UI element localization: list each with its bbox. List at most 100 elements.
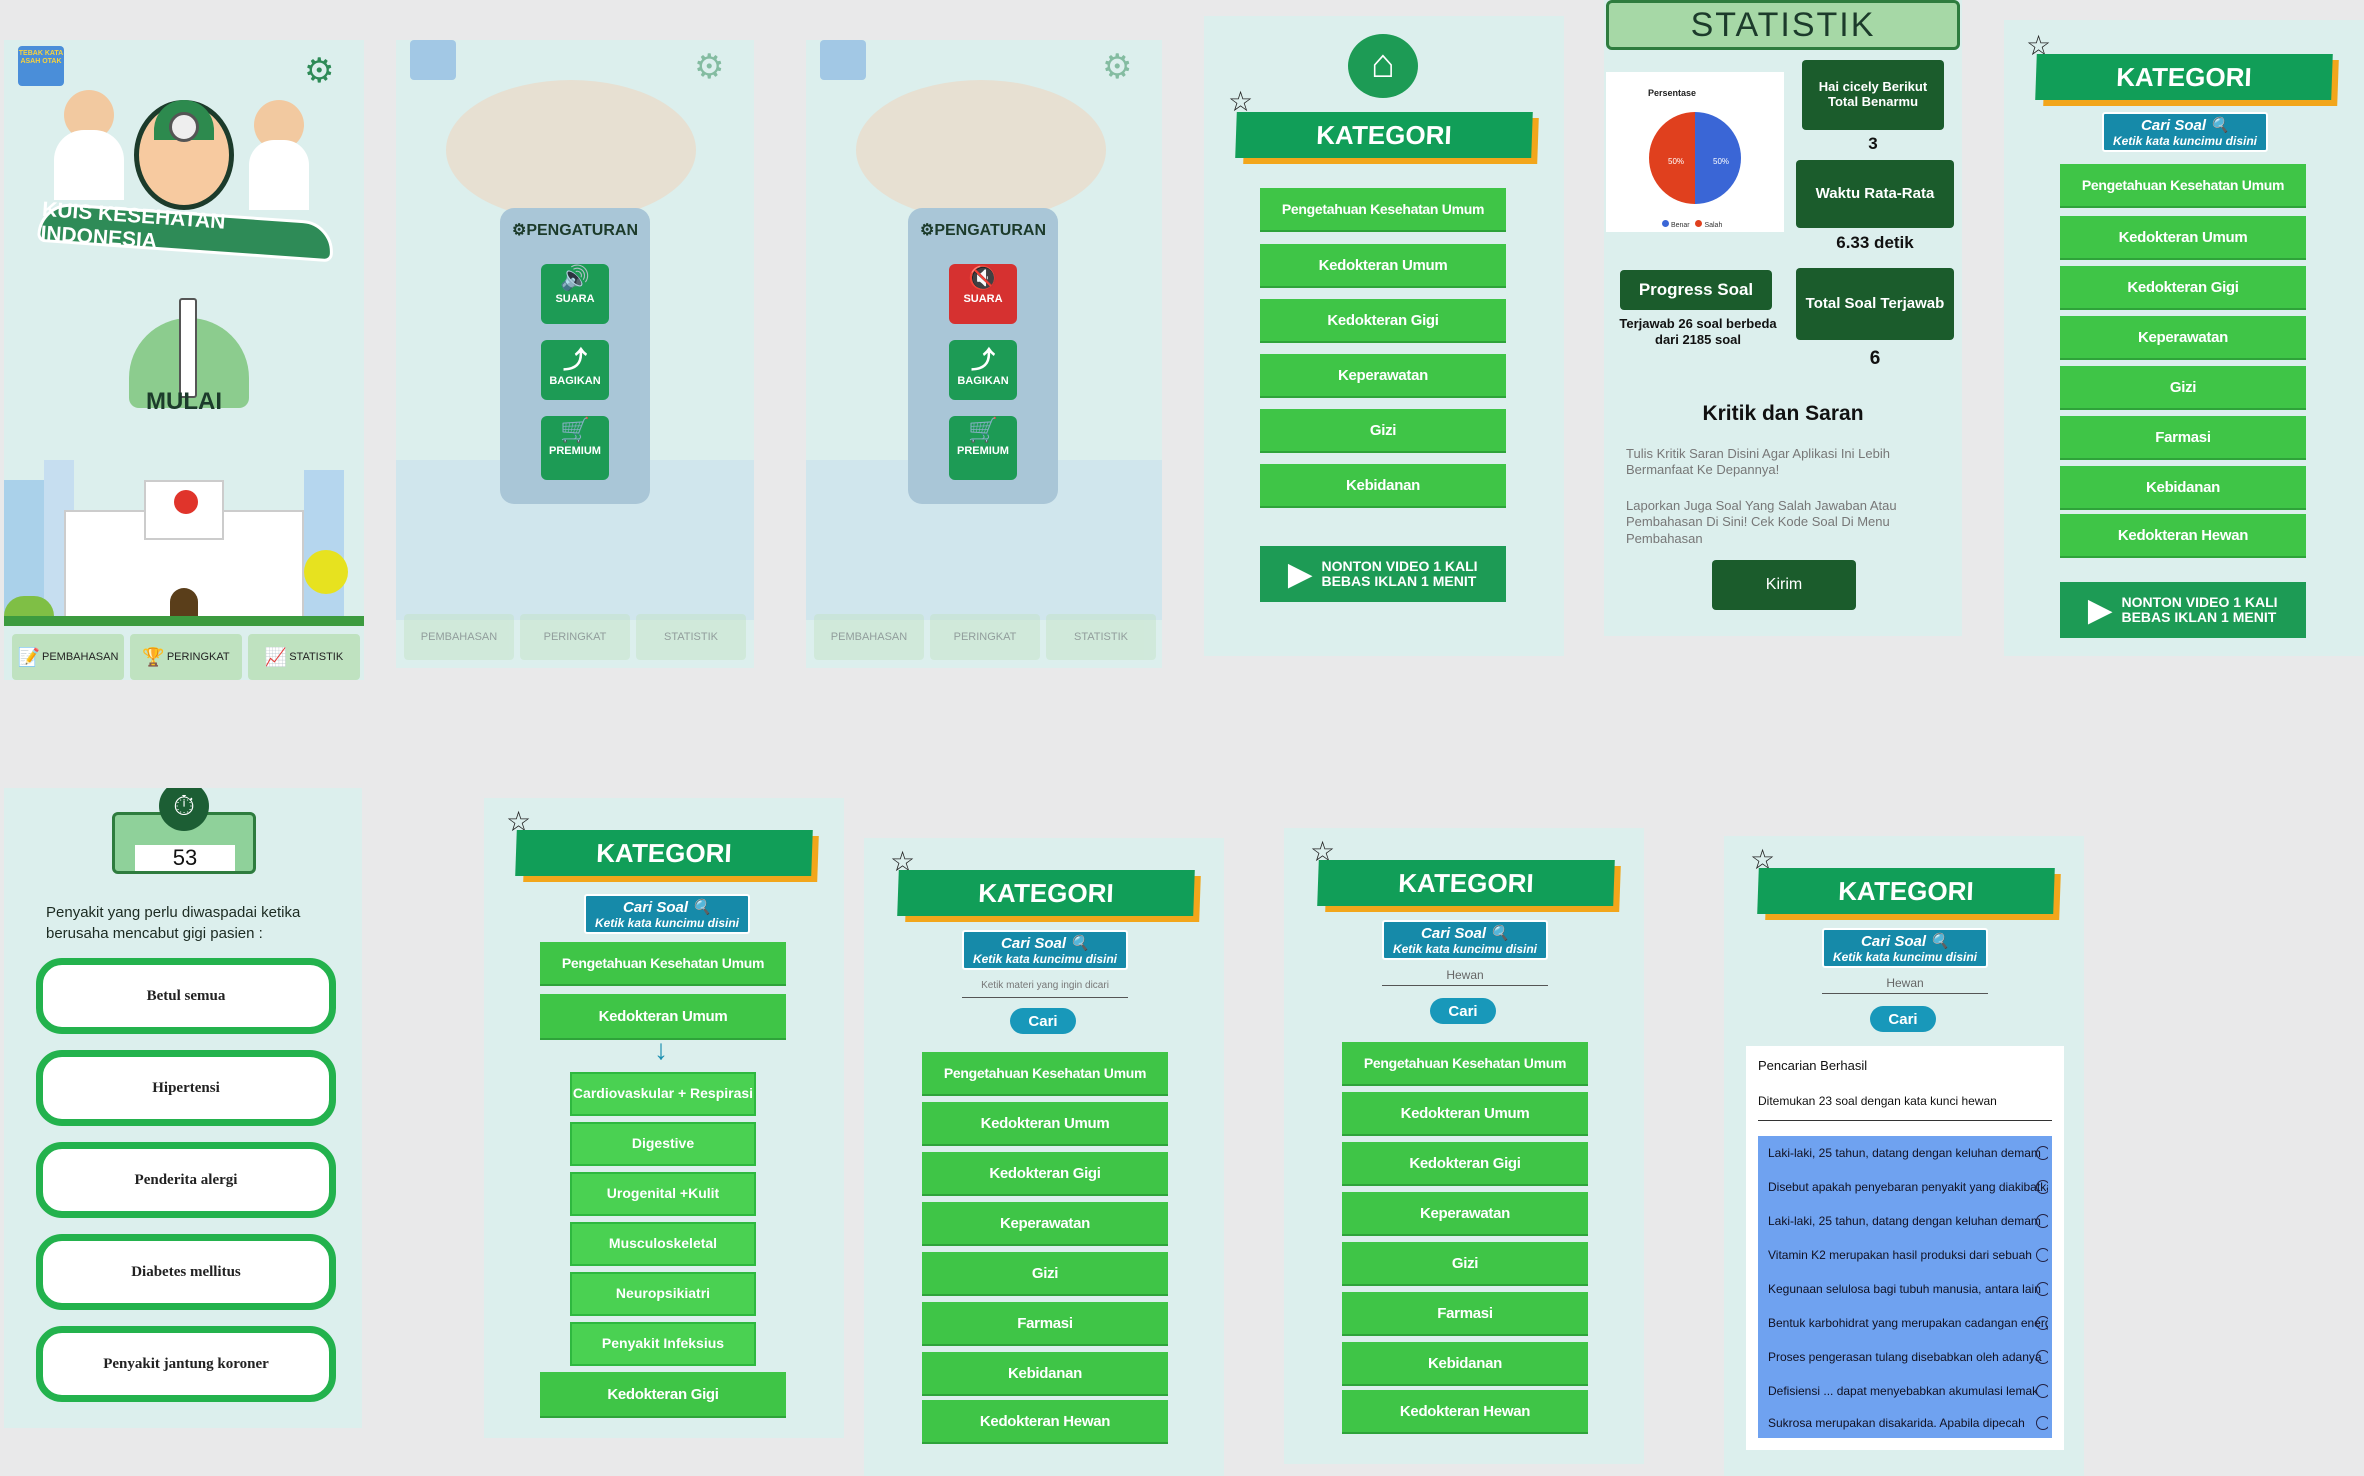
result-item[interactable]: Laki-laki, 25 tahun, datang dengan keluh… bbox=[1768, 1214, 2048, 1228]
premium-button[interactable]: 🛒 PREMIUM bbox=[541, 416, 609, 480]
watch-video-button[interactable]: ▶ NONTON VIDEO 1 KALI BEBAS IKLAN 1 MENIT bbox=[2060, 582, 2306, 638]
result-item[interactable]: Bentuk karbohidrat yang merupakan cadang… bbox=[1768, 1316, 2048, 1330]
category-item[interactable]: Pengetahuan Kesehatan Umum bbox=[922, 1052, 1168, 1096]
feedback-input-suggest[interactable]: Tulis Kritik Saran Disini Agar Aplikasi … bbox=[1626, 446, 1926, 479]
radio-icon[interactable] bbox=[2036, 1316, 2048, 1330]
subcategory-item[interactable]: Neuropsikiatri bbox=[570, 1272, 756, 1316]
category-item[interactable]: Pengetahuan Kesehatan Umum bbox=[540, 942, 786, 986]
nav-peringkat: PERINGKAT bbox=[930, 614, 1040, 660]
progress-text: Terjawab 26 soal berbeda dari 2185 soal bbox=[1619, 316, 1777, 347]
category-item[interactable]: Keperawatan bbox=[2060, 316, 2306, 360]
result-item[interactable]: Sukrosa merupakan disakarida. Apabila di… bbox=[1768, 1416, 2048, 1430]
category-item[interactable]: Kedokteran Umum bbox=[2060, 216, 2306, 260]
subcategory-item[interactable]: Cardiovaskular + Respirasi bbox=[570, 1072, 756, 1116]
app-logo bbox=[410, 40, 456, 80]
category-banner: KATEGORI bbox=[1235, 112, 1539, 164]
category-item[interactable]: Gizi bbox=[922, 1252, 1168, 1296]
category-banner: KATEGORI bbox=[2035, 54, 2339, 106]
result-item[interactable]: Vitamin K2 merupakan hasil produksi dari… bbox=[1768, 1248, 2048, 1262]
radio-icon[interactable] bbox=[2036, 1350, 2048, 1364]
radio-icon[interactable] bbox=[2036, 1416, 2048, 1430]
radio-icon[interactable] bbox=[2036, 1248, 2048, 1262]
search-label[interactable]: Cari Soal 🔍 Ketik kata kuncimu disini bbox=[1822, 928, 1988, 968]
category-item[interactable]: Pengetahuan Kesehatan Umum bbox=[2060, 164, 2306, 208]
category-item[interactable]: Kedokteran Umum bbox=[1260, 244, 1506, 288]
answer-option[interactable]: Penderita alergi bbox=[36, 1142, 336, 1218]
feedback-input-report[interactable]: Laporkan Juga Soal Yang Salah Jawaban At… bbox=[1626, 498, 1926, 547]
share-button[interactable]: ⤴ BAGIKAN bbox=[541, 340, 609, 400]
search-label[interactable]: Cari Soal 🔍 Ketik kata kuncimu disini bbox=[584, 894, 750, 934]
category-item[interactable]: Kedokteran Gigi bbox=[2060, 266, 2306, 310]
category-item[interactable]: Kedokteran Hewan bbox=[922, 1400, 1168, 1444]
category-item[interactable]: Kebidanan bbox=[922, 1352, 1168, 1396]
home-screen: TEBAK KATA ASAH OTAK ⚙ KUIS KESEHATAN IN… bbox=[4, 40, 364, 680]
category-item[interactable]: Kebidanan bbox=[1260, 464, 1506, 508]
category-item[interactable]: Kedokteran Gigi bbox=[1260, 299, 1506, 343]
category-item[interactable]: Pengetahuan Kesehatan Umum bbox=[1342, 1042, 1588, 1086]
category-item[interactable]: Kedokteran Gigi bbox=[922, 1152, 1168, 1196]
search-input[interactable]: Ketik materi yang ingin dicari bbox=[962, 980, 1128, 998]
search-label[interactable]: Cari Soal 🔍 Ketik kata kuncimu disini bbox=[1382, 920, 1548, 960]
category-item[interactable]: Gizi bbox=[1342, 1242, 1588, 1286]
nav-statistik[interactable]: 📈 STATISTIK bbox=[248, 634, 360, 680]
radio-icon[interactable] bbox=[2036, 1180, 2048, 1194]
category-item[interactable]: Kedokteran Gigi bbox=[540, 1372, 786, 1418]
timer-value: 53 bbox=[135, 845, 235, 871]
category-item[interactable]: Farmasi bbox=[922, 1302, 1168, 1346]
answer-option[interactable]: Penyakit jantung koroner bbox=[36, 1326, 336, 1402]
search-input[interactable]: Hewan bbox=[1822, 976, 1988, 994]
search-button[interactable]: Cari bbox=[1430, 998, 1496, 1024]
settings-screen-sound-on: ⚙ PEMBAHASAN PERINGKAT STATISTIK ⚙PENGAT… bbox=[396, 40, 754, 668]
radio-icon[interactable] bbox=[2036, 1384, 2048, 1398]
category-item[interactable]: Kedokteran Umum bbox=[922, 1102, 1168, 1146]
subcategory-item[interactable]: Penyakit Infeksius bbox=[570, 1322, 756, 1366]
subcategory-item[interactable]: Urogenital +Kulit bbox=[570, 1172, 756, 1216]
watch-video-button[interactable]: ▶ NONTON VIDEO 1 KALI BEBAS IKLAN 1 MENIT bbox=[1260, 546, 1506, 602]
result-item[interactable]: Defisiensi ... dapat menyebabkan akumula… bbox=[1768, 1384, 2048, 1398]
nav-pembahasan[interactable]: 📝 PEMBAHASAN bbox=[12, 634, 124, 680]
search-button[interactable]: Cari bbox=[1010, 1008, 1076, 1034]
start-button[interactable]: MULAI bbox=[134, 388, 234, 418]
search-button[interactable]: Cari bbox=[1870, 1006, 1936, 1032]
category-item[interactable]: Gizi bbox=[2060, 366, 2306, 410]
category-item[interactable]: Kedokteran Umum bbox=[1342, 1092, 1588, 1136]
category-item[interactable]: Farmasi bbox=[1342, 1292, 1588, 1336]
share-button[interactable]: ⤴ BAGIKAN bbox=[949, 340, 1017, 400]
nav-peringkat[interactable]: 🏆 PERINGKAT bbox=[130, 634, 242, 680]
category-item[interactable]: Kedokteran Hewan bbox=[1342, 1390, 1588, 1434]
results-dialog: Pencarian Berhasil Ditemukan 23 soal den… bbox=[1746, 1046, 2064, 1450]
total-answered-box: Total Soal Terjawab bbox=[1796, 268, 1954, 340]
results-list[interactable]: Laki-laki, 25 tahun, datang dengan keluh… bbox=[1758, 1136, 2052, 1438]
category-item[interactable]: Kebidanan bbox=[1342, 1342, 1588, 1386]
avg-time-box: Waktu Rata-Rata bbox=[1796, 160, 1954, 228]
result-item[interactable]: Kegunaan selulosa bagi tubuh manusia, an… bbox=[1768, 1282, 2048, 1296]
category-item[interactable]: Kedokteran Gigi bbox=[1342, 1142, 1588, 1186]
search-label[interactable]: Cari Soal 🔍 Ketik kata kuncimu disini bbox=[962, 930, 1128, 970]
premium-button[interactable]: 🛒 PREMIUM bbox=[949, 416, 1017, 480]
subcategory-item[interactable]: Digestive bbox=[570, 1122, 756, 1166]
home-icon[interactable]: ⌂ bbox=[1348, 34, 1418, 98]
category-item[interactable]: Kedokteran Hewan bbox=[2060, 514, 2306, 558]
category-item[interactable]: Gizi bbox=[1260, 409, 1506, 453]
answer-option[interactable]: Diabetes mellitus bbox=[36, 1234, 336, 1310]
result-item[interactable]: Proses pengerasan tulang disebabkan oleh… bbox=[1768, 1350, 2048, 1364]
result-item[interactable]: Laki-laki, 25 tahun, datang dengan keluh… bbox=[1768, 1146, 2048, 1160]
result-item[interactable]: Disebut apakah penyebaran penyakit yang … bbox=[1768, 1180, 2048, 1194]
subcategory-item[interactable]: Musculoskeletal bbox=[570, 1222, 756, 1266]
answer-option[interactable]: Hipertensi bbox=[36, 1050, 336, 1126]
sound-button[interactable]: 🔊 SUARA bbox=[541, 264, 609, 324]
sound-button-muted[interactable]: 🔇 SUARA bbox=[949, 264, 1017, 324]
answer-option[interactable]: Betul semua bbox=[36, 958, 336, 1034]
radio-icon[interactable] bbox=[2036, 1214, 2048, 1228]
radio-icon[interactable] bbox=[2036, 1282, 2048, 1296]
category-item[interactable]: Keperawatan bbox=[1260, 354, 1506, 398]
category-item[interactable]: Pengetahuan Kesehatan Umum bbox=[1260, 188, 1506, 232]
search-input[interactable]: Hewan bbox=[1382, 968, 1548, 986]
category-item[interactable]: Kebidanan bbox=[2060, 466, 2306, 510]
search-label[interactable]: Cari Soal 🔍 Ketik kata kuncimu disini bbox=[2102, 112, 2268, 152]
radio-icon[interactable] bbox=[2036, 1146, 2048, 1160]
category-item[interactable]: Keperawatan bbox=[1342, 1192, 1588, 1236]
category-item[interactable]: Farmasi bbox=[2060, 416, 2306, 460]
category-item[interactable]: Keperawatan bbox=[922, 1202, 1168, 1246]
send-button[interactable]: Kirim bbox=[1712, 560, 1856, 610]
